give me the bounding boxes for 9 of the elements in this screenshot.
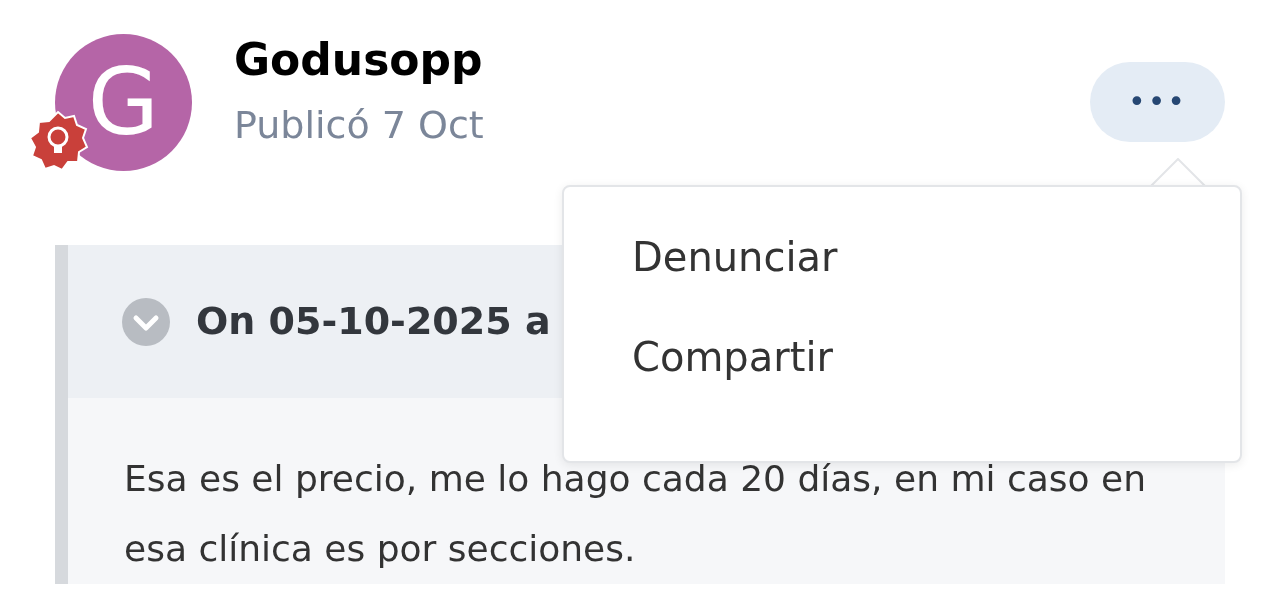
quote-text: Esa es el precio, me lo hago cada 20 días, en mi caso en esa clínica es por secciones. [124,457,1147,572]
post-date: Publicó 7 Oct [234,106,485,145]
more-button[interactable]: ••• [1090,62,1225,142]
avatar: G [55,34,192,171]
author-name[interactable]: Godusopp [234,36,1090,85]
chevron-icon[interactable] [122,297,170,346]
menu-item[interactable]: Compartir [564,307,1240,407]
quote-header: On 05-10-2025 a [196,298,551,345]
menu-item[interactable]: Denunciar [564,207,1240,307]
